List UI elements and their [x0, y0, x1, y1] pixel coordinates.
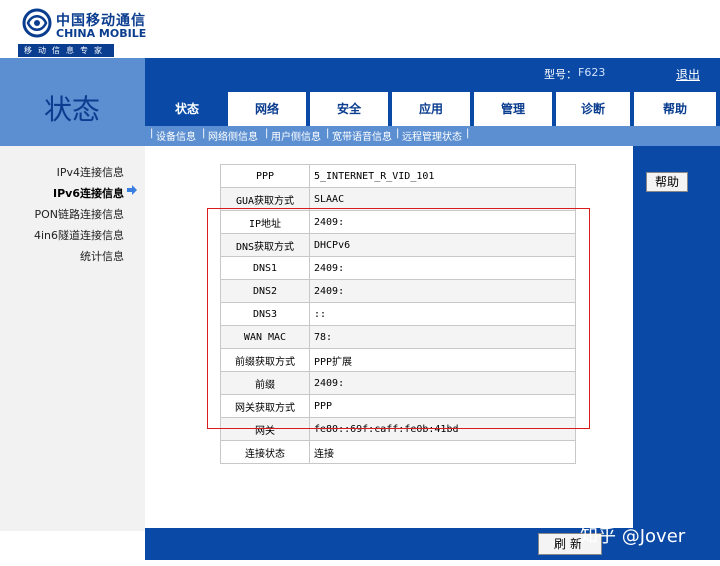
- submenu-user-side-info[interactable]: 用户侧信息: [271, 128, 321, 143]
- table-row: 连接状态 连接: [220, 440, 576, 464]
- highlight-box: [207, 208, 590, 429]
- submenu-remote-mgmt-status[interactable]: 远程管理状态: [402, 128, 462, 143]
- nav-ipv6-connection[interactable]: IPv6连接信息: [53, 185, 124, 201]
- tab-diagnosis[interactable]: 诊断: [556, 92, 630, 126]
- submenu-separator: |: [202, 128, 206, 139]
- brand-name-en: CHINA MOBILE: [56, 27, 147, 40]
- model-label: 型号：: [544, 68, 577, 81]
- submenu-separator: |: [396, 128, 400, 139]
- right-strip: [633, 146, 720, 531]
- nav-pon-link[interactable]: PON链路连接信息: [34, 206, 124, 222]
- page-title: 状态: [44, 93, 101, 126]
- nav-4in6-tunnel[interactable]: 4in6隧道连接信息: [34, 227, 124, 243]
- row-value: 5_INTERNET_R_VID_101: [309, 164, 576, 188]
- tab-security[interactable]: 安全: [310, 92, 388, 126]
- tab-status[interactable]: 状态: [150, 92, 224, 126]
- top-band: [145, 58, 720, 88]
- row-key: 连接状态: [220, 440, 310, 464]
- help-button[interactable]: 帮助: [646, 172, 688, 192]
- nav-statistics[interactable]: 统计信息: [80, 248, 124, 264]
- brand-slogan: 移动信息专家: [18, 44, 114, 57]
- row-value: 连接: [309, 440, 576, 464]
- tab-management[interactable]: 管理: [474, 92, 552, 126]
- table-row: PPP 5_INTERNET_R_VID_101: [220, 164, 576, 188]
- tab-network[interactable]: 网络: [228, 92, 306, 126]
- watermark: 知乎 @Jover: [580, 526, 686, 547]
- submenu-voice-info[interactable]: 宽带语音信息: [332, 128, 392, 143]
- submenu-device-info[interactable]: 设备信息: [156, 128, 196, 143]
- logout-link[interactable]: 退出: [676, 66, 700, 83]
- submenu-separator: |: [326, 128, 330, 139]
- submenu-separator: |: [150, 128, 154, 139]
- left-nav: [0, 146, 145, 531]
- submenu-separator: |: [466, 128, 470, 139]
- model-value: F623: [578, 66, 606, 79]
- row-key: PPP: [220, 164, 310, 188]
- arrow-right-icon: [127, 185, 137, 195]
- tab-application[interactable]: 应用: [392, 92, 470, 126]
- submenu-separator: |: [265, 128, 269, 139]
- submenu-network-side-info[interactable]: 网络侧信息: [208, 128, 258, 143]
- nav-ipv4-connection[interactable]: IPv4连接信息: [57, 164, 124, 180]
- china-mobile-logo-icon: [22, 8, 52, 38]
- tab-help[interactable]: 帮助: [634, 92, 716, 126]
- bottom-left-area: [0, 531, 145, 560]
